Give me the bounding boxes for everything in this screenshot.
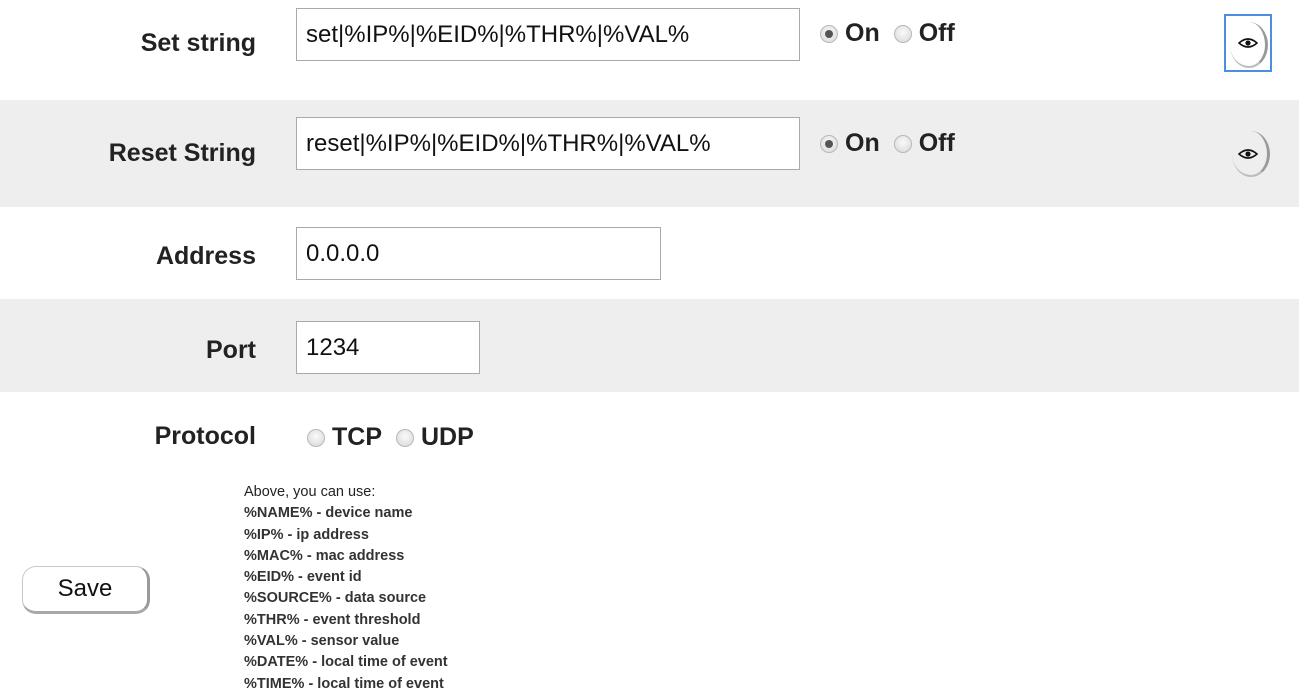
help-item-val: %VAL% - sensor value [244, 633, 400, 650]
port-input[interactable] [296, 321, 480, 374]
port-row: Port [0, 299, 1299, 392]
help-item-date: %DATE% - local time of event [244, 654, 448, 671]
set-string-input[interactable] [296, 8, 800, 61]
button-rim [1232, 131, 1270, 177]
udp-label[interactable]: UDP [421, 423, 474, 452]
protocol-row: Protocol TCP UDP [0, 392, 1299, 472]
tcp-label[interactable]: TCP [332, 423, 382, 452]
help-item-eid: %EID% - event id [244, 569, 362, 586]
protocol-label: Protocol [154, 422, 256, 450]
set-string-on-label[interactable]: On [845, 19, 880, 48]
reset-string-toggle: On Off [820, 129, 969, 158]
address-label: Address [155, 242, 256, 270]
save-button[interactable]: Save [22, 566, 150, 614]
set-string-off-radio[interactable] [893, 24, 912, 43]
reset-string-row: Reset String On Off [0, 100, 1299, 207]
udp-radio[interactable] [396, 428, 414, 447]
help-item-ip: %IP% - ip address [244, 526, 369, 543]
reset-string-on-radio[interactable] [820, 134, 838, 153]
button-rim [1230, 22, 1268, 68]
set-string-label: Set string [140, 29, 256, 57]
set-string-off-label[interactable]: Off [919, 19, 955, 48]
port-label: Port [206, 336, 256, 364]
address-row: Address [0, 207, 1299, 299]
protocol-radio-group: TCP UDP [307, 423, 488, 452]
address-input[interactable] [296, 227, 661, 280]
help-title: Above, you can use: [244, 484, 376, 500]
set-string-row: Set string On Off [0, 0, 1299, 88]
reset-string-off-label[interactable]: Off [919, 129, 955, 158]
set-string-preview-button[interactable] [1224, 14, 1272, 72]
reset-string-preview-button[interactable] [1224, 125, 1272, 183]
help-item-source: %SOURCE% - data source [244, 590, 427, 607]
help-item-thr: %THR% - event threshold [244, 611, 421, 628]
set-string-toggle: On Off [820, 19, 969, 48]
reset-string-on-label[interactable]: On [845, 129, 880, 158]
help-item-time: %TIME% - local time of event [244, 675, 444, 692]
reset-string-input[interactable] [296, 117, 800, 170]
reset-string-off-radio[interactable] [893, 134, 912, 153]
help-item-name: %NAME% - device name [244, 505, 413, 522]
tcp-radio[interactable] [307, 428, 325, 447]
set-string-on-radio[interactable] [820, 24, 838, 43]
help-item-mac: %MAC% - mac address [244, 547, 405, 564]
placeholder-help: Above, you can use: %NAME% - device name… [244, 482, 448, 695]
reset-string-label: Reset String [108, 139, 256, 167]
